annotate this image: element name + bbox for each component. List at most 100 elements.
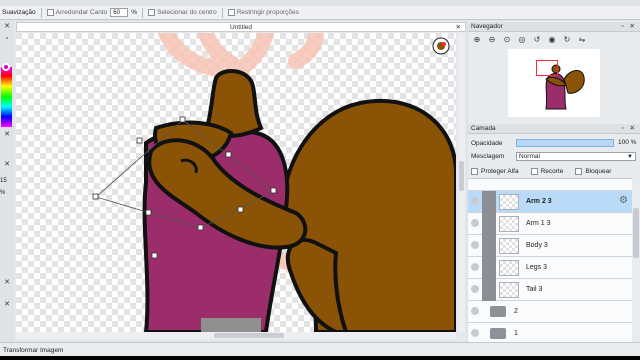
corner-radius-input[interactable]: 60 — [110, 8, 129, 17]
close-icon[interactable]: ✕ — [456, 23, 461, 32]
layer-row[interactable]: 2 — [468, 301, 632, 323]
flip-icon[interactable]: ⇋ — [577, 35, 587, 45]
canvas-horizontal-scrollbar[interactable] — [16, 332, 456, 339]
layer-name: 2 — [514, 308, 518, 315]
visibility-eye-icon[interactable] — [471, 285, 479, 293]
layer-name: Legs 3 — [526, 264, 548, 271]
transform-handle[interactable] — [145, 209, 152, 216]
clipping-checkbox[interactable] — [530, 167, 538, 175]
constrain-proportions-option[interactable]: Restringir proporções — [227, 9, 299, 16]
scrollbar-thumb[interactable] — [633, 208, 639, 258]
zoom-fit-icon[interactable]: ⊙ — [502, 35, 512, 45]
lock-option[interactable]: Bloquear — [575, 166, 611, 176]
visibility-eye-icon[interactable] — [471, 307, 479, 315]
brush-size-value: 15 — [0, 178, 7, 184]
toolbar-separator — [221, 7, 223, 18]
transform-handle[interactable] — [225, 151, 232, 158]
protect-alpha-label: Proteger Alfa — [481, 167, 519, 175]
close-icon[interactable]: ✕ — [3, 301, 11, 309]
layer-thumbnail — [499, 260, 519, 276]
protect-alpha-checkbox[interactable] — [471, 167, 478, 175]
gear-icon[interactable]: ⚙ — [619, 196, 628, 206]
round-corner-checkbox[interactable] — [46, 9, 54, 16]
hue-slider-knob[interactable] — [2, 63, 10, 71]
toolbar-separator — [40, 7, 42, 18]
visibility-eye-icon[interactable] — [471, 241, 479, 249]
canvas-avatar-icon — [432, 37, 450, 55]
transform-handle[interactable] — [136, 137, 143, 144]
drawing-canvas[interactable] — [16, 33, 456, 332]
navigator-view-box[interactable] — [536, 60, 558, 76]
status-bar: Transformar Imagem — [0, 342, 640, 356]
close-icon[interactable]: ✕ — [3, 161, 11, 169]
layer-thumbnail — [499, 238, 519, 254]
transform-handle[interactable] — [197, 224, 204, 231]
layer-list[interactable]: Arm 2 3⚙Arm 1 3Body 3Legs 3Tail 321Face — [468, 178, 632, 342]
navigator-panel-controls[interactable]: ▫ ✕ — [621, 22, 637, 31]
layer-name: Arm 2 3 — [526, 198, 552, 205]
transform-handle[interactable] — [92, 193, 99, 200]
rotate-left-icon[interactable]: ↺ — [532, 35, 542, 45]
suavizacao-label[interactable]: Suavização — [2, 9, 36, 16]
close-icon[interactable]: ✕ — [3, 279, 11, 287]
clipping-label: Recorte — [540, 167, 564, 175]
opacity-slider[interactable] — [516, 139, 614, 147]
visibility-eye-icon[interactable] — [471, 263, 479, 271]
round-corner-option[interactable]: Arredondar Canto — [46, 9, 108, 16]
layer-row[interactable]: Arm 2 3 ⚙ — [468, 191, 632, 213]
rotate-right-icon[interactable]: ↻ — [562, 35, 572, 45]
zoom-in-icon[interactable]: ⊕ — [472, 35, 482, 45]
visibility-eye-icon[interactable] — [471, 329, 479, 337]
layer-row[interactable]: Arm 1 3 — [468, 213, 632, 235]
lock-checkbox[interactable] — [575, 167, 583, 175]
hue-slider[interactable] — [1, 67, 12, 127]
close-icon[interactable]: ✕ — [3, 131, 11, 139]
opacity-slider-fill — [517, 140, 613, 146]
transform-handle[interactable] — [237, 206, 244, 213]
canvas-artwork[interactable] — [16, 33, 456, 332]
layer-list-scrollbar[interactable] — [632, 178, 640, 342]
transform-handle[interactable] — [270, 187, 277, 194]
scrollbar-thumb[interactable] — [459, 161, 464, 191]
toolbar-separator — [142, 7, 144, 18]
round-corner-label: Arredondar Canto — [55, 9, 108, 16]
layer-row-partial[interactable] — [468, 179, 632, 191]
lock-label: Bloquear — [585, 167, 612, 175]
navigator-header: Navegador ▫ ✕ — [468, 22, 640, 32]
protect-alpha-option[interactable]: Proteger Alfa — [471, 166, 519, 176]
opacity-label: Opacidade — [471, 140, 503, 147]
layer-row[interactable]: Legs 3 — [468, 257, 632, 279]
layer-options: Proteger Alfa Recorte Bloquear — [471, 166, 639, 176]
chevron-down-icon: ▼ — [627, 154, 633, 160]
navigator-title: Navegador — [471, 23, 503, 30]
select-from-center-option[interactable]: Selecionar do centro — [148, 9, 217, 16]
layer-row[interactable]: 1 — [468, 323, 632, 342]
rotate-reset-icon[interactable]: ◉ — [547, 35, 557, 45]
rotation-handle[interactable] — [151, 252, 158, 259]
layer-name: Body 3 — [526, 242, 548, 249]
scrollbar-thumb[interactable] — [214, 333, 284, 338]
layer-row[interactable]: Body 3 — [468, 235, 632, 257]
layers-panel-controls[interactable]: ▫ ✕ — [621, 124, 637, 133]
blend-mode-select[interactable]: Normal ▼ — [516, 152, 636, 161]
zoom-out-icon[interactable]: ⊖ — [487, 35, 497, 45]
visibility-eye-icon[interactable] — [471, 197, 479, 205]
document-tab[interactable]: Untitled ✕ — [16, 22, 466, 32]
zoom-actual-icon[interactable]: ◎ — [517, 35, 527, 45]
blend-label: Mesclagem — [471, 153, 505, 160]
group-indent-bar — [482, 191, 496, 213]
layers-title: Camada — [471, 125, 496, 132]
transform-handle[interactable] — [179, 116, 186, 123]
layer-row[interactable]: Tail 3 — [468, 279, 632, 301]
layer-thumbnail — [499, 194, 519, 210]
visibility-eye-icon[interactable] — [471, 219, 479, 227]
clipping-option[interactable]: Recorte — [530, 166, 564, 176]
constrain-proportions-checkbox[interactable] — [227, 9, 235, 16]
navigator-toolbar: ⊕ ⊖ ⊙ ◎ ↺ ◉ ↻ ⇋ — [468, 33, 640, 47]
navigator-thumbnail[interactable] — [508, 49, 600, 117]
select-from-center-checkbox[interactable] — [148, 9, 156, 16]
panel-restore-icon[interactable]: ▫ — [3, 35, 11, 43]
layer-name: Tail 3 — [526, 286, 543, 293]
canvas-vertical-scrollbar[interactable] — [458, 33, 465, 332]
close-icon[interactable]: ✕ — [3, 23, 11, 31]
